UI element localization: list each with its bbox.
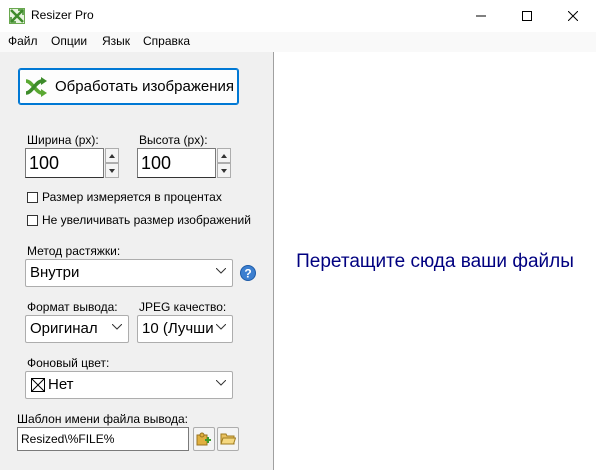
svg-text:?: ? (244, 267, 251, 281)
chevron-down-icon (216, 380, 226, 386)
drop-zone-text: Перетащите сюда ваши файлы (296, 251, 574, 272)
jpeg-quality-select[interactable]: 10 (Лучши (137, 315, 233, 343)
width-decrease-button[interactable] (105, 163, 119, 178)
window-title: Resizer Pro (31, 8, 94, 22)
filename-template-value: Resized\%FILE% (21, 432, 115, 446)
filename-template-input[interactable]: Resized\%FILE% (17, 427, 189, 451)
close-button[interactable] (550, 0, 596, 32)
maximize-icon (522, 11, 532, 21)
background-color-select[interactable]: Нет (25, 371, 233, 399)
chevron-down-icon (216, 324, 226, 330)
width-increase-button[interactable] (105, 148, 119, 163)
height-decrease-button[interactable] (217, 163, 231, 178)
minimize-icon (476, 15, 486, 17)
drop-zone[interactable]: Перетащите сюда ваши файлы (273, 52, 596, 470)
output-format-value: Оригинал (30, 320, 98, 337)
close-icon (568, 11, 578, 21)
width-label: Ширина (px): (27, 133, 99, 147)
process-images-label: Обработать изображения (55, 78, 234, 95)
no-enlarge-checkbox[interactable] (27, 215, 38, 226)
spin-down-icon (221, 168, 227, 173)
menu-help[interactable]: Справка (143, 34, 190, 48)
maximize-button[interactable] (504, 0, 550, 32)
browse-folder-button[interactable] (217, 427, 239, 451)
no-enlarge-label: Не увеличивать размер изображений (42, 213, 251, 227)
jpeg-quality-label: JPEG качество: (139, 300, 227, 314)
background-color-value: Нет (48, 376, 74, 393)
output-format-select[interactable]: Оригинал (25, 315, 129, 343)
folder-open-icon (220, 433, 236, 445)
stretch-method-select[interactable]: Внутри (25, 259, 233, 287)
background-color-label: Фоновый цвет: (27, 356, 110, 370)
percent-size-label: Размер измеряется в процентах (42, 190, 222, 204)
menu-language[interactable]: Язык (102, 34, 130, 48)
stretch-method-label: Метод растяжки: (27, 244, 121, 258)
filename-template-label: Шаблон имени файла вывода: (17, 412, 188, 426)
stretch-method-value: Внутри (30, 264, 80, 281)
width-value: 100 (29, 153, 60, 173)
help-icon[interactable]: ? (240, 265, 256, 281)
spin-up-icon (109, 153, 115, 158)
menu-options[interactable]: Опции (51, 34, 87, 48)
height-increase-button[interactable] (217, 148, 231, 163)
shuffle-icon (25, 77, 47, 100)
height-label: Высота (px): (139, 133, 208, 147)
add-puzzle-icon (196, 432, 211, 446)
process-images-button[interactable]: Обработать изображения (18, 68, 239, 105)
menu-bar (0, 32, 596, 52)
height-value: 100 (141, 153, 172, 173)
percent-size-checkbox[interactable] (27, 192, 38, 203)
spin-up-icon (221, 153, 227, 158)
output-format-label: Формат вывода: (27, 300, 118, 314)
menu-file[interactable]: Файл (8, 34, 38, 48)
spin-down-icon (109, 168, 115, 173)
app-icon (9, 8, 25, 24)
chevron-down-icon (216, 268, 226, 274)
no-color-icon (31, 378, 45, 392)
chevron-down-icon (112, 324, 122, 330)
jpeg-quality-value: 10 (Лучши (142, 320, 214, 337)
height-input[interactable]: 100 (137, 148, 216, 178)
width-input[interactable]: 100 (25, 148, 104, 178)
minimize-button[interactable] (458, 0, 504, 32)
insert-placeholder-button[interactable] (193, 427, 215, 451)
